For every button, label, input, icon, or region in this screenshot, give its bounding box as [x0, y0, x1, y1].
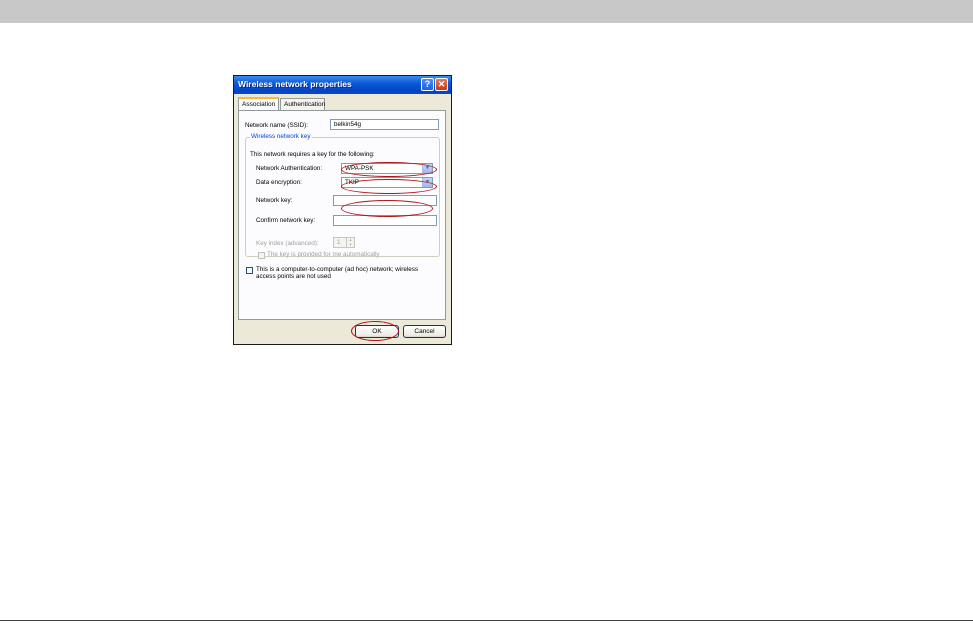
adhoc-label-line2: access points are not used — [256, 273, 331, 280]
ok-button[interactable]: OK — [355, 325, 399, 338]
confirm-key-input[interactable] — [333, 215, 437, 226]
close-icon[interactable]: ✕ — [435, 78, 448, 91]
data-encryption-value: TKIP — [345, 179, 359, 186]
dialog-title: Wireless network properties — [238, 79, 352, 89]
dialog-titlebar: Wireless network properties ? ✕ — [234, 76, 451, 94]
network-authentication-select[interactable]: WPA-PSK ▼ — [341, 163, 433, 174]
network-key-label: Network key: — [256, 197, 293, 204]
association-panel: Network name (SSID): belkin54g Wireless … — [238, 110, 446, 320]
confirm-key-label: Confirm network key: — [256, 217, 316, 224]
tab-association[interactable]: Association — [238, 97, 279, 110]
spin-arrows-icon: ▲ ▼ — [346, 237, 354, 247]
wireless-key-group: Wireless network key This network requir… — [245, 133, 440, 259]
auto-key-checkbox — [258, 252, 265, 259]
help-icon[interactable]: ? — [421, 78, 434, 91]
key-index-label: Key index (advanced): — [256, 240, 319, 247]
ssid-input[interactable]: belkin54g — [330, 119, 439, 130]
page-header-bar — [0, 0, 973, 23]
network-authentication-label: Network Authentication: — [256, 165, 323, 172]
network-authentication-value: WPA-PSK — [345, 165, 374, 172]
wireless-properties-dialog: Wireless network properties ? ✕ Associat… — [233, 75, 452, 345]
chevron-down-icon[interactable]: ▼ — [422, 164, 432, 173]
chevron-down-icon[interactable]: ▼ — [422, 178, 432, 187]
tab-authentication[interactable]: Authentication — [280, 98, 325, 110]
key-index-stepper: 1 ▲ ▼ — [333, 237, 355, 248]
auto-key-label: The key is provided for me automatically — [267, 251, 380, 258]
requires-key-text: This network requires a key for the foll… — [250, 151, 375, 158]
page-footer-rule — [0, 620, 973, 621]
wireless-key-group-title: Wireless network key — [250, 133, 312, 140]
data-encryption-select[interactable]: TKIP ▼ — [341, 177, 433, 188]
key-index-value: 1 — [337, 239, 341, 246]
cancel-button[interactable]: Cancel — [403, 325, 446, 338]
adhoc-checkbox[interactable] — [246, 267, 253, 274]
data-encryption-label: Data encryption: — [256, 179, 302, 186]
network-key-input[interactable] — [333, 195, 437, 206]
adhoc-label-line1: This is a computer-to-computer (ad hoc) … — [256, 266, 419, 273]
ssid-label: Network name (SSID): — [245, 122, 308, 129]
